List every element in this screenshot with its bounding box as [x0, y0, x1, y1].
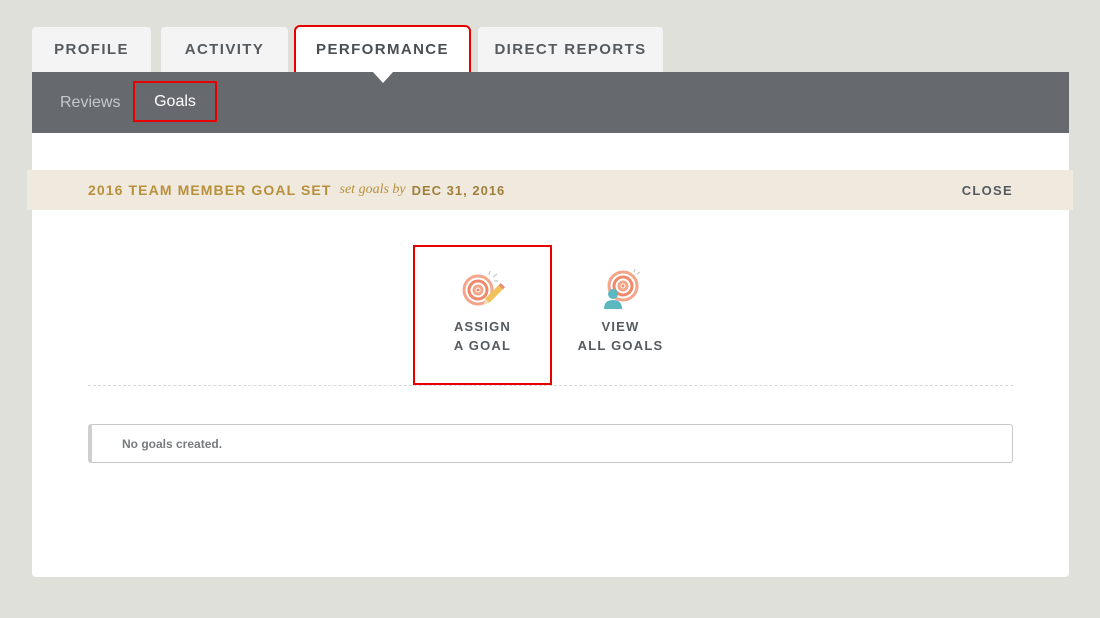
goal-set-title: 2016 TEAM MEMBER GOAL SET: [88, 182, 332, 198]
set-goals-by-text: set goals by: [339, 182, 406, 197]
empty-goals-message: No goals created.: [88, 424, 1013, 463]
active-tab-caret: [373, 72, 393, 83]
subnav-item-reviews[interactable]: Reviews: [60, 72, 120, 133]
tab-direct-reports[interactable]: DIRECT REPORTS: [478, 27, 663, 72]
assign-goal-button[interactable]: ASSIGN A GOAL: [413, 245, 552, 385]
empty-goals-text: No goals created.: [122, 436, 223, 451]
target-person-icon: [603, 269, 640, 309]
section-divider: [88, 385, 1013, 386]
subnav-item-goals[interactable]: Goals: [133, 81, 217, 122]
assign-goal-label: ASSIGN A GOAL: [453, 319, 512, 353]
target-pencil-icon: [462, 270, 505, 306]
tab-profile[interactable]: PROFILE: [32, 27, 151, 72]
tab-performance[interactable]: PERFORMANCE: [294, 25, 471, 74]
close-button[interactable]: CLOSE: [962, 183, 1013, 198]
tab-activity[interactable]: ACTIVITY: [161, 27, 288, 72]
goal-deadline: DEC 31, 2016: [411, 182, 506, 198]
view-all-goals-button[interactable]: VIEW ALL GOALS: [553, 247, 688, 383]
sub-navigation: Reviews Goals: [32, 72, 1069, 133]
goal-set-banner: 2016 TEAM MEMBER GOAL SET set goals by D…: [27, 170, 1073, 210]
view-all-goals-label: VIEW ALL GOALS: [577, 319, 664, 353]
